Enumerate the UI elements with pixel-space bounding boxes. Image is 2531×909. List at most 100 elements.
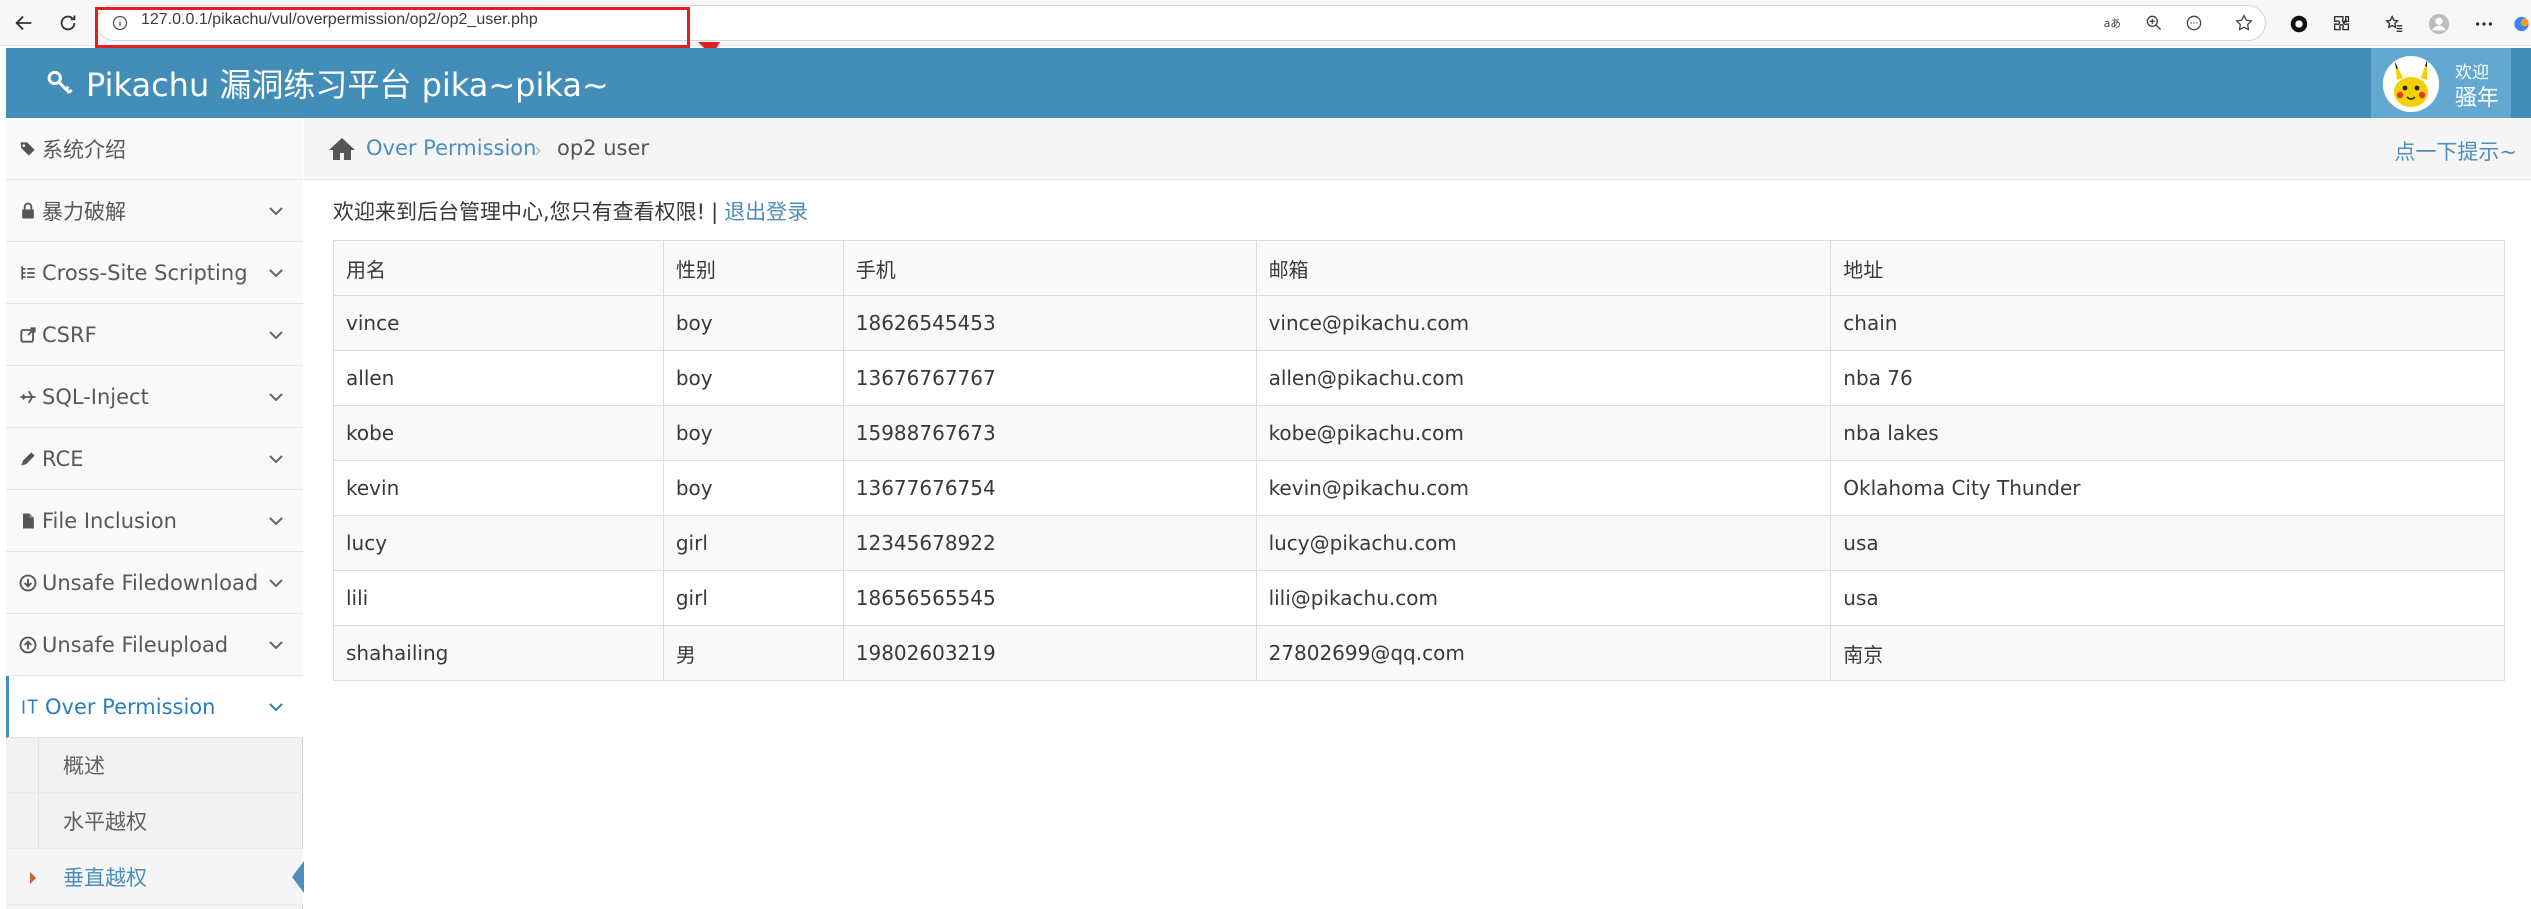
- welcome-text: 欢迎来到后台管理中心,您只有查看权限!: [333, 200, 706, 224]
- table-cell: allen: [333, 350, 664, 406]
- pencil-icon: [16, 447, 40, 471]
- sidebar-item-label: File Inclusion: [42, 508, 177, 533]
- table-cell: 男: [662, 625, 844, 681]
- more-menu-icon[interactable]: [2470, 10, 2498, 38]
- favorites-icon[interactable]: [2380, 10, 2408, 38]
- sidebar-item-label: Unsafe Fileupload: [42, 632, 229, 657]
- table-cell: vince: [333, 295, 664, 351]
- table-cell: boy: [662, 350, 844, 406]
- submenu-item-label: 水平越权: [63, 809, 147, 834]
- column-header: 手机: [842, 240, 1257, 296]
- table-row: lili girl 18656565545 lili@pikachu.com u…: [333, 570, 2505, 626]
- table-cell: girl: [662, 570, 844, 626]
- sidebar-item-xss[interactable]: Cross-Site Scripting: [6, 242, 303, 304]
- sidebar: 系统介绍 暴力破解 Cross-Site Scripting CSRF SQL-…: [6, 118, 304, 909]
- table-cell: lili@pikachu.com: [1255, 570, 1832, 626]
- chevron-down-icon: [269, 517, 283, 526]
- chevron-down-icon: [269, 703, 283, 712]
- table-cell: girl: [662, 515, 844, 571]
- download-icon: [16, 571, 40, 595]
- sidebar-item-label: Unsafe Filedownload: [42, 570, 259, 595]
- table-cell: 18626545453: [842, 295, 1257, 351]
- chevron-down-icon: [269, 269, 283, 278]
- table-row: allen boy 13676767767 allen@pikachu.com …: [333, 350, 2505, 406]
- breadcrumb-separator: ›: [534, 138, 542, 162]
- sidebar-item-file-inclusion[interactable]: File Inclusion: [6, 490, 303, 552]
- sidebar-item-fileupload[interactable]: Unsafe Fileupload: [6, 614, 303, 676]
- submenu-item-overview[interactable]: 概述: [6, 737, 303, 793]
- table-cell: usa: [1830, 570, 2505, 626]
- user-menu[interactable]: 欢迎 骚年: [2371, 48, 2511, 118]
- table-cell: 13676767767: [842, 350, 1257, 406]
- site-header: Pikachu 漏洞练习平台 pika~pika~ 欢迎 骚年: [6, 48, 2531, 118]
- chevron-down-icon: [269, 579, 283, 588]
- table-cell: boy: [662, 295, 844, 351]
- table-cell: 南京: [1830, 625, 2505, 681]
- puzzle-icon[interactable]: [2328, 10, 2356, 38]
- sidebar-item-sqli[interactable]: SQL-Inject: [6, 366, 303, 428]
- brand[interactable]: Pikachu 漏洞练习平台 pika~pika~: [46, 48, 609, 118]
- reload-button[interactable]: [52, 8, 84, 38]
- extension-circle-icon[interactable]: [2285, 10, 2313, 38]
- zoom-icon[interactable]: [2142, 11, 2166, 35]
- table-cell: kobe@pikachu.com: [1255, 405, 1832, 461]
- lock-icon: [16, 199, 40, 223]
- svg-text:aあ: aあ: [2104, 17, 2121, 30]
- sidebar-item-filedownload[interactable]: Unsafe Filedownload: [6, 552, 303, 614]
- table-cell: lucy@pikachu.com: [1255, 515, 1832, 571]
- chevron-down-icon: [269, 393, 283, 402]
- emoji-icon[interactable]: [2182, 11, 2206, 35]
- sidebar-item-label: CSRF: [42, 322, 97, 347]
- sidebar-item-label: 系统介绍: [42, 137, 126, 162]
- back-button[interactable]: [8, 8, 40, 38]
- user-table: 用名 性别 手机 邮箱 地址 vince boy 18626545453 vin…: [333, 240, 2505, 681]
- sidebar-item-label: Cross-Site Scripting: [42, 260, 248, 285]
- sidebar-item-rce[interactable]: RCE: [6, 428, 303, 490]
- read-aloud-icon[interactable]: aあ: [2100, 11, 2124, 35]
- avatar: [2383, 56, 2439, 112]
- chevron-down-icon: [269, 331, 283, 340]
- table-cell: 15988767673: [842, 405, 1257, 461]
- welcome-separator: |: [711, 200, 719, 224]
- table-cell: 27802699@qq.com: [1255, 625, 1832, 681]
- reload-icon: [60, 15, 76, 31]
- column-header: 用名: [333, 240, 664, 296]
- upload-icon: [16, 633, 40, 657]
- submenu-item-label: 垂直越权: [63, 865, 147, 890]
- list-icon: [16, 261, 40, 285]
- breadcrumb-link[interactable]: Over Permission: [366, 136, 536, 160]
- table-cell: kevin: [333, 460, 664, 516]
- copilot-icon[interactable]: [2512, 10, 2531, 38]
- logout-link[interactable]: 退出登录: [724, 200, 808, 224]
- submenu-item-vertical[interactable]: 垂直越权: [6, 849, 304, 905]
- table-cell: usa: [1830, 515, 2505, 571]
- table-cell: vince@pikachu.com: [1255, 295, 1832, 351]
- star-icon[interactable]: [2232, 11, 2256, 35]
- chevron-down-icon: [269, 641, 283, 650]
- file-icon: [16, 509, 40, 533]
- sidebar-item-csrf[interactable]: CSRF: [6, 304, 303, 366]
- sidebar-item-over-permission[interactable]: Over Permission: [6, 676, 303, 738]
- table-header-row: 用名 性别 手机 邮箱 地址: [333, 240, 2505, 296]
- text-cursor-icon: [19, 695, 43, 719]
- hint-link[interactable]: 点一下提示~: [2394, 136, 2517, 166]
- table-cell: boy: [662, 460, 844, 516]
- sidebar-item-intro[interactable]: 系统介绍: [6, 118, 303, 180]
- share-icon: [16, 323, 40, 347]
- submenu-item-horizontal[interactable]: 水平越权: [6, 793, 303, 849]
- table-row: vince boy 18626545453 vince@pikachu.com …: [333, 295, 2505, 351]
- table-cell: 18656565545: [842, 570, 1257, 626]
- column-header: 邮箱: [1255, 240, 1832, 296]
- plane-icon: [16, 385, 40, 409]
- column-header: 地址: [1830, 240, 2505, 296]
- table-row: shahailing 男 19802603219 27802699@qq.com…: [333, 625, 2505, 681]
- browser-toolbar: 127.0.0.1/pikachu/vul/overpermission/op2…: [0, 0, 2531, 48]
- sidebar-item-label: RCE: [42, 446, 84, 471]
- tags-icon: [16, 137, 40, 161]
- sidebar-item-label: Over Permission: [45, 694, 216, 719]
- profile-avatar-icon[interactable]: [2425, 10, 2453, 38]
- sidebar-item-bruteforce[interactable]: 暴力破解: [6, 180, 303, 242]
- caret-right-icon: [30, 872, 36, 884]
- table-row: lucy girl 12345678922 lucy@pikachu.com u…: [333, 515, 2505, 571]
- home-icon[interactable]: [328, 136, 356, 162]
